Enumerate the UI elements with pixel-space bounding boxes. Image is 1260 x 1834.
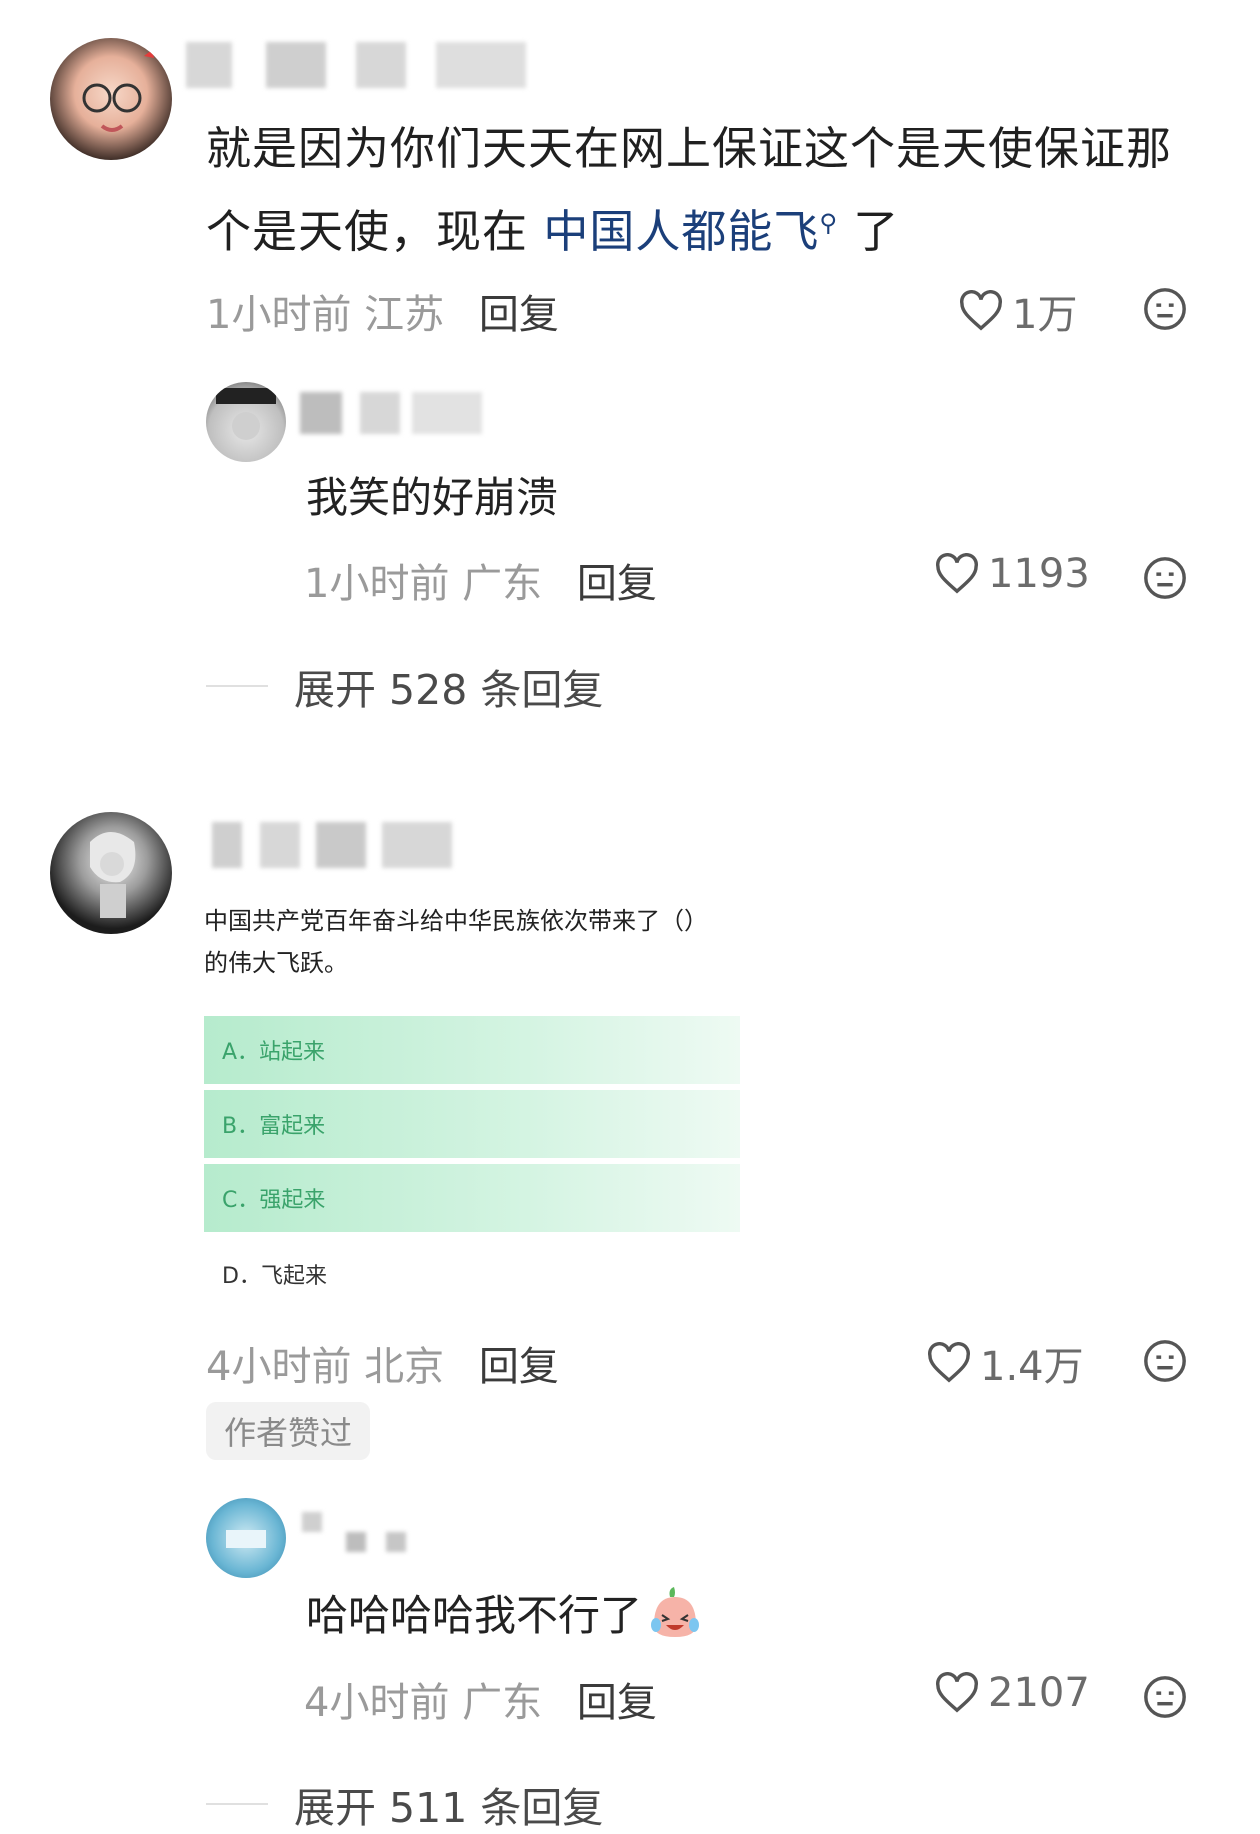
avatar-face-icon — [82, 50, 154, 132]
reply-button[interactable]: 回复 — [479, 1344, 559, 1390]
meh-face-icon[interactable] — [1142, 1674, 1188, 1720]
avatar-wave-icon — [226, 1530, 266, 1548]
heart-outline-icon — [936, 1672, 978, 1713]
like-count: 1万 — [1012, 292, 1078, 338]
time-location: 4小时前 北京 — [206, 1344, 445, 1390]
meh-face-icon[interactable] — [1142, 286, 1188, 332]
time-location: 1小时前 广东 — [304, 561, 543, 607]
username-redacted[interactable] — [212, 822, 452, 868]
quiz-option-d: D．飞起来 — [222, 1264, 327, 1289]
heart-outline-icon — [936, 553, 978, 594]
comment-text-line-1: 就是因为你们天天在网上保证这个是天使保证那 — [206, 122, 1173, 175]
comment-text-lead: 个是天使，现在 — [206, 205, 529, 258]
like-count: 2107 — [988, 1670, 1090, 1716]
meh-face-icon[interactable] — [1142, 1338, 1188, 1384]
quiz-image[interactable]: 中国共产党百年奋斗给中华民族依次带来了（） 的伟大飞跃。 — [204, 900, 744, 984]
search-icon[interactable]: ⚲ — [819, 209, 838, 237]
comment-text-tail: 了 — [853, 205, 900, 258]
expand-label: 展开 528 条回复 — [294, 666, 604, 714]
reply-text: 我笑的好崩溃 — [306, 473, 559, 522]
avatar[interactable] — [206, 1498, 286, 1578]
like-button[interactable]: 2107 — [934, 1670, 1090, 1716]
divider — [206, 685, 268, 687]
search-link[interactable]: 中国人都能飞 — [543, 205, 819, 258]
expand-replies-button[interactable]: 展开 528 条回复 — [206, 656, 603, 716]
like-button[interactable]: 1.4万 — [926, 1334, 1084, 1392]
avatar[interactable] — [50, 812, 172, 934]
comment-text: 就是因为你们天天在网上保证这个是天使保证那 个是天使，现在 中国人都能飞⚲ 了 — [206, 112, 1216, 269]
reply-meta: 4小时前 广东 回复 — [304, 1670, 657, 1728]
reply-text-content: 哈哈哈哈我不行了 — [306, 1591, 643, 1640]
avatar-singer-icon — [90, 832, 136, 918]
reply-button[interactable]: 回复 — [577, 1680, 657, 1726]
avatar-person-icon — [216, 388, 276, 440]
like-count: 1193 — [988, 551, 1090, 597]
like-button[interactable]: 1193 — [934, 551, 1090, 597]
reply-meta: 1小时前 广东 回复 — [304, 551, 657, 609]
reply-text: 哈哈哈哈我不行了 — [306, 1582, 704, 1643]
expand-replies-button[interactable]: 展开 511 条回复 — [206, 1774, 603, 1834]
heart-outline-icon — [960, 290, 1002, 331]
like-count: 1.4万 — [980, 1344, 1084, 1390]
author-liked-badge: 作者赞过 — [206, 1402, 371, 1460]
crying-laugh-emoji-icon — [651, 1586, 700, 1637]
meh-face-icon[interactable] — [1142, 555, 1188, 601]
quiz-question-line-2: 的伟大飞跃。 — [204, 949, 348, 977]
quiz-option-a: A．站起来 — [204, 1016, 740, 1084]
comment-meta: 4小时前 北京 回复 — [206, 1334, 559, 1392]
expand-label: 展开 511 条回复 — [294, 1784, 604, 1832]
time-location: 1小时前 江苏 — [206, 292, 445, 338]
time-location: 4小时前 广东 — [304, 1680, 543, 1726]
quiz-option-c: C．强起来 — [204, 1164, 740, 1232]
username-redacted[interactable] — [300, 392, 490, 434]
heart-outline-icon — [928, 1342, 970, 1383]
divider — [206, 1803, 268, 1805]
like-button[interactable]: 1万 — [958, 282, 1077, 340]
reply-button[interactable]: 回复 — [577, 561, 657, 607]
comment-text-line-2: 个是天使，现在 中国人都能飞⚲ 了 — [206, 186, 1216, 269]
comment-meta: 1小时前 江苏 回复 — [206, 282, 559, 340]
quiz-question-line-1: 中国共产党百年奋斗给中华民族依次带来了（） — [204, 907, 708, 935]
username-redacted[interactable] — [302, 1512, 412, 1552]
reply-button[interactable]: 回复 — [479, 292, 559, 338]
username-redacted[interactable] — [186, 42, 526, 88]
avatar[interactable] — [50, 38, 172, 160]
quiz-option-b: B．富起来 — [204, 1090, 740, 1158]
avatar[interactable] — [206, 382, 286, 462]
